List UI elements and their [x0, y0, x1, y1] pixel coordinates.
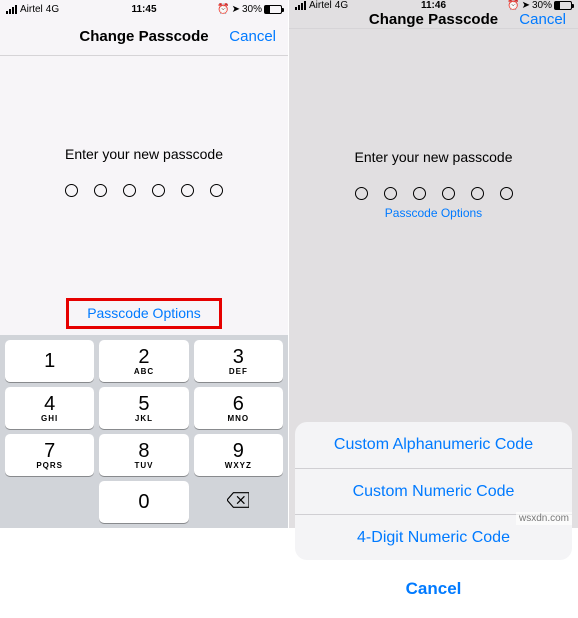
- status-bar: Airtel 4G 11:45 ⏰ ➤ 30%: [0, 0, 288, 18]
- key-6[interactable]: 6MNO: [194, 387, 283, 429]
- passcode-dot: [500, 187, 513, 200]
- backspace-button[interactable]: [194, 481, 283, 523]
- passcode-dot: [442, 187, 455, 200]
- key-9[interactable]: 9WXYZ: [194, 434, 283, 476]
- backspace-icon: [227, 492, 249, 513]
- key-0[interactable]: 0: [99, 481, 188, 523]
- passcode-dot: [355, 187, 368, 200]
- nav-bar: Change Passcode Cancel: [0, 18, 288, 56]
- nav-title: Change Passcode: [369, 11, 498, 28]
- passcode-prompt: Enter your new passcode: [355, 149, 513, 165]
- battery-icon: [554, 1, 572, 10]
- action-sheet-group: Custom Alphanumeric Code Custom Numeric …: [295, 422, 572, 560]
- key-4[interactable]: 4GHI: [5, 387, 94, 429]
- alarm-icon: ⏰: [507, 0, 519, 11]
- passcode-dot: [384, 187, 397, 200]
- cancel-button[interactable]: Cancel: [519, 11, 566, 28]
- carrier-label: Airtel: [309, 0, 332, 11]
- numeric-keypad: 1 2ABC 3DEF 4GHI 5JKL 6MNO 7PQRS 8TUV 9W…: [0, 335, 288, 528]
- passcode-prompt: Enter your new passcode: [65, 146, 223, 162]
- passcode-options-button[interactable]: Passcode Options: [77, 299, 211, 327]
- nav-bar: Change Passcode Cancel: [289, 11, 578, 29]
- watermark-label: wsxdn.com: [516, 512, 572, 525]
- passcode-dot: [152, 184, 165, 197]
- clock-label: 11:46: [421, 0, 446, 11]
- passcode-dot: [123, 184, 136, 197]
- cancel-button[interactable]: Cancel: [229, 28, 276, 45]
- carrier-label: Airtel: [20, 4, 43, 15]
- highlight-box: Passcode Options: [66, 298, 222, 329]
- signal-icon: [295, 1, 306, 10]
- sheet-option-numeric[interactable]: Custom Numeric Code: [295, 468, 572, 514]
- passcode-dot: [181, 184, 194, 197]
- passcode-dot: [94, 184, 107, 197]
- key-1[interactable]: 1: [5, 340, 94, 382]
- battery-percent: 30%: [532, 0, 552, 11]
- nav-title: Change Passcode: [79, 28, 208, 45]
- passcode-dots: [355, 187, 513, 200]
- passcode-dots: [65, 184, 223, 197]
- passcode-options-button[interactable]: Passcode Options: [375, 200, 492, 226]
- phone-left: Airtel 4G 11:45 ⏰ ➤ 30% Change Passcode …: [0, 0, 289, 528]
- clock-label: 11:45: [131, 4, 156, 15]
- location-icon: ➤: [522, 0, 530, 11]
- signal-icon: [6, 5, 17, 14]
- key-8[interactable]: 8TUV: [99, 434, 188, 476]
- alarm-icon: ⏰: [217, 4, 229, 15]
- network-label: 4G: [46, 4, 59, 15]
- key-2[interactable]: 2ABC: [99, 340, 188, 382]
- passcode-dot: [413, 187, 426, 200]
- key-7[interactable]: 7PQRS: [5, 434, 94, 476]
- key-blank: [5, 481, 94, 523]
- passcode-dot: [471, 187, 484, 200]
- sheet-option-alphanumeric[interactable]: Custom Alphanumeric Code: [295, 422, 572, 468]
- phone-right: Airtel 4G 11:46 ⏰ ➤ 30% Change Passcode …: [289, 0, 578, 528]
- battery-percent: 30%: [242, 4, 262, 15]
- status-bar: Airtel 4G 11:46 ⏰ ➤ 30%: [289, 0, 578, 11]
- passcode-dot: [210, 184, 223, 197]
- passcode-dot: [65, 184, 78, 197]
- key-3[interactable]: 3DEF: [194, 340, 283, 382]
- network-label: 4G: [335, 0, 348, 11]
- location-icon: ➤: [232, 4, 240, 15]
- key-5[interactable]: 5JKL: [99, 387, 188, 429]
- sheet-cancel-button[interactable]: Cancel: [295, 566, 572, 612]
- battery-icon: [264, 5, 282, 14]
